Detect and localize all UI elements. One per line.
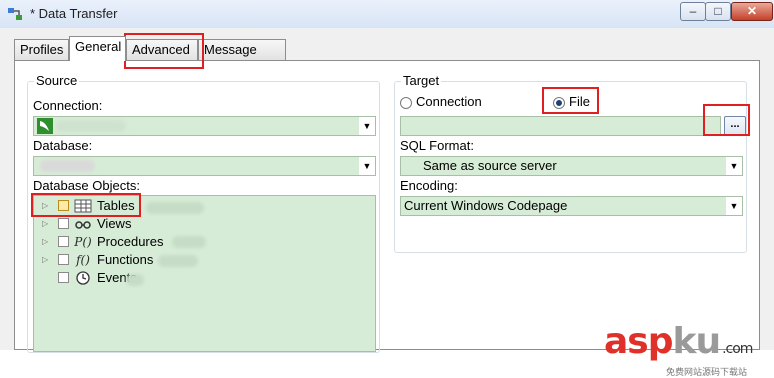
redacted-count bbox=[126, 274, 144, 286]
source-group: Source Connection: ▼ Database: ▼ Databas… bbox=[27, 73, 380, 353]
tree-node-label: Views bbox=[97, 216, 132, 231]
sql-format-label: SQL Format: bbox=[400, 138, 474, 153]
connection-radio[interactable] bbox=[400, 97, 412, 109]
tables-checkbox[interactable] bbox=[58, 200, 69, 211]
chevron-down-icon[interactable]: ▼ bbox=[726, 157, 742, 175]
connection-radio-label[interactable]: Connection bbox=[416, 94, 482, 109]
expand-arrow-icon[interactable]: ▷ bbox=[42, 201, 48, 210]
maximize-button[interactable]: □ bbox=[705, 2, 731, 21]
source-database-combo[interactable]: ▼ bbox=[33, 156, 376, 176]
sql-format-select[interactable]: Same as source server ▼ bbox=[400, 156, 743, 176]
redacted-count bbox=[158, 255, 198, 267]
functions-checkbox[interactable] bbox=[58, 254, 69, 265]
events-checkbox[interactable] bbox=[58, 272, 69, 283]
tree-node-tables[interactable]: ▷ Tables bbox=[34, 197, 364, 215]
tree-node-procedures[interactable]: ▷ P() Procedures bbox=[34, 233, 364, 251]
mysql-connection-icon bbox=[37, 118, 53, 134]
chevron-down-icon[interactable]: ▼ bbox=[359, 157, 375, 175]
watermark-subtitle: 免费网站源码下载站 bbox=[666, 367, 748, 377]
tree-node-events[interactable]: Events bbox=[34, 269, 364, 287]
tree-node-label: Functions bbox=[97, 252, 154, 267]
procedure-icon: P() bbox=[74, 235, 92, 249]
app-icon bbox=[8, 8, 22, 20]
title-bar: * Data Transfer – □ ✕ bbox=[0, 0, 774, 29]
source-connection-combo[interactable]: ▼ bbox=[33, 116, 376, 136]
expand-arrow-icon[interactable]: ▷ bbox=[42, 255, 48, 264]
tree-node-label: Tables bbox=[97, 198, 135, 213]
watermark-ku: ku bbox=[672, 321, 722, 362]
views-checkbox[interactable] bbox=[58, 218, 69, 229]
close-button[interactable]: ✕ bbox=[731, 2, 773, 21]
chevron-down-icon[interactable]: ▼ bbox=[359, 117, 375, 135]
dialog-frame: Profiles General Advanced Message Log So… bbox=[0, 28, 774, 377]
chevron-down-icon[interactable]: ▼ bbox=[726, 197, 742, 215]
redacted-database-name bbox=[40, 160, 95, 172]
tree-node-functions[interactable]: ▷ f() Functions bbox=[34, 251, 364, 269]
file-radio-label[interactable]: File bbox=[569, 94, 590, 109]
redacted-count bbox=[172, 236, 206, 248]
encoding-value: Current Windows Codepage bbox=[404, 198, 568, 213]
window-title: * Data Transfer bbox=[30, 6, 118, 21]
target-group: Target Connection File ... SQL Format: S… bbox=[394, 73, 747, 253]
database-objects-label: Database Objects: bbox=[33, 178, 140, 193]
browse-file-button[interactable]: ... bbox=[724, 116, 746, 136]
target-group-title: Target bbox=[401, 73, 442, 88]
function-icon: f() bbox=[76, 253, 90, 267]
redacted-connection-name bbox=[56, 120, 126, 132]
redacted-count bbox=[146, 202, 204, 214]
tab-advanced[interactable]: Advanced bbox=[126, 39, 198, 60]
general-tab-panel: Source Connection: ▼ Database: ▼ Databas… bbox=[14, 60, 760, 353]
tree-node-label: Procedures bbox=[97, 234, 164, 249]
source-group-title: Source bbox=[34, 73, 80, 88]
encoding-select[interactable]: Current Windows Codepage ▼ bbox=[400, 196, 743, 216]
table-icon bbox=[74, 199, 92, 213]
minimize-button[interactable]: – bbox=[680, 2, 706, 21]
file-radio[interactable] bbox=[553, 97, 565, 109]
tab-general[interactable]: General bbox=[69, 36, 126, 61]
database-label: Database: bbox=[33, 138, 93, 153]
tab-profiles[interactable]: Profiles bbox=[14, 39, 69, 60]
target-file-path-input[interactable] bbox=[400, 116, 721, 136]
database-objects-tree[interactable]: ▷ Tables ▷ Views ▷ P() Procedures ▷ f() … bbox=[33, 195, 376, 352]
tab-message-log[interactable]: Message Log bbox=[198, 39, 286, 77]
watermark-asp: asp bbox=[604, 321, 673, 362]
watermark: aspku .com 免费网站源码下载站 bbox=[604, 321, 753, 378]
tree-node-views[interactable]: ▷ Views bbox=[34, 215, 364, 233]
expand-arrow-icon[interactable]: ▷ bbox=[42, 237, 48, 246]
encoding-label: Encoding: bbox=[400, 178, 458, 193]
procedures-checkbox[interactable] bbox=[58, 236, 69, 247]
sql-format-value: Same as source server bbox=[423, 158, 557, 173]
expand-arrow-icon[interactable]: ▷ bbox=[42, 219, 48, 228]
watermark-domain: .com bbox=[722, 341, 753, 357]
connection-label: Connection: bbox=[33, 98, 103, 113]
event-clock-icon bbox=[76, 271, 90, 285]
view-icon bbox=[75, 221, 91, 229]
